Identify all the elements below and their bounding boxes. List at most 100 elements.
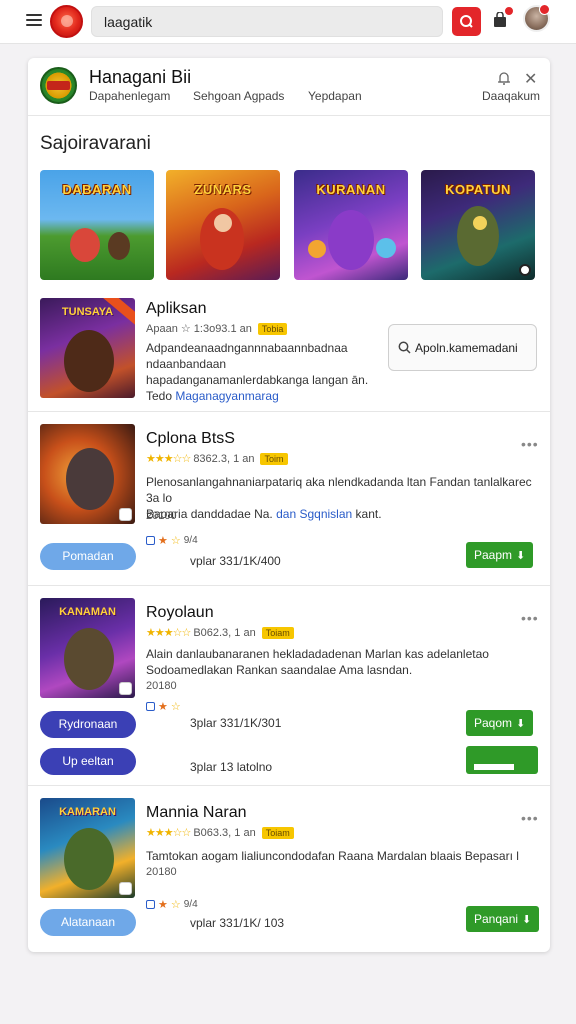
tab-1[interactable]: Dapahenlegam <box>89 89 170 103</box>
search-button[interactable] <box>452 7 481 36</box>
search-box-label: Apoln.kamemadani <box>415 341 518 355</box>
app-title[interactable]: Mannia Naran <box>146 804 247 822</box>
mini-label: 9/4 <box>183 535 198 546</box>
more-options-icon[interactable]: ••• <box>521 436 539 452</box>
desc-link[interactable]: dan Sgqnislan <box>276 507 352 521</box>
more-options-icon[interactable]: ••• <box>521 810 539 826</box>
desc-line: Plenosanlangahnaniarpatariq aka nlendkad… <box>146 475 532 505</box>
app-sub: 20180 <box>146 866 177 878</box>
featured-thumb-2[interactable]: ZUNARS <box>166 170 280 280</box>
app-panel: Hanagani Bii ✕ Dapahenlegam Sehgoan Agpa… <box>28 58 550 952</box>
corner-badge <box>119 682 132 695</box>
bell-icon[interactable] <box>497 71 511 86</box>
app-size: 3plar 331/1K/301 <box>190 716 282 730</box>
thumb-title: DABARAN <box>62 182 132 197</box>
action-pill[interactable]: Rydronaan <box>40 711 136 738</box>
app-thumbnail[interactable] <box>40 424 135 524</box>
desc-line: Alain danlaubanaranen hekladadadenan Mar… <box>146 647 489 661</box>
desc-line: Tedo Maganagyanmarag <box>146 388 386 404</box>
corner-badge <box>119 508 132 521</box>
tab-4[interactable]: Daaqakum <box>482 89 540 103</box>
app-thumbnail[interactable]: KANAMAN <box>40 598 135 698</box>
rating-stars: ★★★☆☆ <box>146 627 191 639</box>
meta-text: B062.3, 1 an <box>193 626 256 639</box>
action-pill[interactable]: Alatanaan <box>40 909 136 936</box>
logo[interactable] <box>50 5 83 38</box>
menu-icon[interactable] <box>26 14 42 26</box>
star-icon: ★ <box>158 701 168 713</box>
thumb-title: KAMARAN <box>59 806 116 818</box>
app-size: vplar 331/1K/400 <box>190 554 281 568</box>
desc-link[interactable]: Maganagyanmarag <box>175 389 278 403</box>
app-title[interactable]: Cplona BtsS <box>146 430 235 448</box>
divider <box>28 411 550 412</box>
thumb-title: ZUNARS <box>194 182 252 197</box>
play-icon <box>519 264 531 276</box>
orb <box>308 240 326 258</box>
status-badge: Toiam <box>261 626 294 639</box>
star-icon: ☆ <box>170 899 181 911</box>
download-progress[interactable] <box>466 746 538 774</box>
orb <box>376 238 396 258</box>
more-options-icon[interactable]: ••• <box>521 610 539 626</box>
action-pill-secondary[interactable]: Up eeltan <box>40 748 136 775</box>
app-title[interactable]: Apliksan <box>146 300 206 318</box>
get-button[interactable]: Panqani <box>466 906 540 932</box>
app-sub: 20180 <box>146 680 177 692</box>
star-icon: ☆ <box>170 701 181 713</box>
status-badge: Toim <box>260 452 288 465</box>
divider <box>28 785 550 786</box>
character-face <box>214 214 232 232</box>
app-title[interactable]: Royolaun <box>146 604 214 622</box>
desc-line: Adpandeanaadngannnabaannbadnaa ndaanband… <box>146 341 348 371</box>
app-thumbnail[interactable]: KAMARAN <box>40 798 135 898</box>
corner-badge <box>119 882 132 895</box>
app-mini-info: ★ ☆ <box>146 700 181 713</box>
character-figure <box>457 206 499 266</box>
featured-thumb-4[interactable]: KOPATUN <box>421 170 535 280</box>
page-title: Hanagani Bii <box>89 67 192 87</box>
star-icon: ☆ <box>170 535 181 547</box>
rating-stars: ★★★☆☆ <box>146 827 191 839</box>
featured-thumb-1[interactable]: DABARAN <box>40 170 154 280</box>
app-thumbnail[interactable]: TUNSAYA <box>40 298 135 398</box>
meta-text: 8362.3, 1 an <box>193 452 255 465</box>
character-figure <box>66 448 114 510</box>
section-title: Sajoiravarani <box>40 133 151 154</box>
status-badge: Toiam <box>261 826 294 839</box>
thumb-title: KOPATUN <box>445 182 511 197</box>
app-meta: ★★★☆☆ 8362.3, 1 an Toim <box>146 452 288 465</box>
tab-2[interactable]: Sehgoan Agpads <box>193 89 284 103</box>
app-size: vplar 331/1K/ 103 <box>190 916 285 930</box>
tab-3[interactable]: Yepdapan <box>308 89 362 103</box>
desc-line: Baoaria danddadae Na. dan Sgqnislan kant… <box>146 506 538 522</box>
desc-line: hapadanganamanlerdabkanga langan ān. <box>146 373 369 387</box>
search-input[interactable]: laagatik <box>91 6 443 37</box>
app-meta: ★★★☆☆ B063.3, 1 an Toiam <box>146 826 294 839</box>
checkbox-icon <box>146 536 155 545</box>
character-figure <box>70 228 100 262</box>
progress-fill <box>474 764 514 770</box>
top-bar: laagatik <box>0 0 576 44</box>
search-icon <box>398 341 411 354</box>
app-meta: Apaan ☆ 1:3o93.1 an Tobia <box>146 322 288 335</box>
inline-search-box[interactable]: Apoln.kamemadani <box>388 324 537 371</box>
app-mini-info: ★ ☆ 9/4 <box>146 898 198 911</box>
desc-line: Sodoamedlakan Rankan saandalae Ama lasnd… <box>146 663 413 677</box>
desc-line: Tamtokan aogam lialiuncondodafan Raana M… <box>146 849 519 863</box>
character-figure <box>64 628 114 690</box>
desc-suffix: kant. <box>355 507 382 521</box>
app-icon <box>40 67 77 104</box>
app-meta: ★★★☆☆ B062.3, 1 an Toiam <box>146 626 294 639</box>
meta-text: B063.3, 1 an <box>193 826 256 839</box>
action-pill[interactable]: Pomadan <box>40 543 136 570</box>
featured-thumb-3[interactable]: KURANAN <box>294 170 408 280</box>
close-icon[interactable]: ✕ <box>524 72 537 88</box>
app-description: Tamtokan aogam lialiuncondodafan Raana M… <box>146 848 538 864</box>
app-sub: 20100 <box>146 510 177 522</box>
get-button[interactable]: Paapm <box>466 542 534 568</box>
get-button[interactable]: Paqom <box>466 710 534 736</box>
tab-bar: Dapahenlegam Sehgoan Agpads Yepdapan Daa… <box>89 89 549 107</box>
glow <box>473 216 487 230</box>
thumb-title: KANAMAN <box>59 606 116 618</box>
